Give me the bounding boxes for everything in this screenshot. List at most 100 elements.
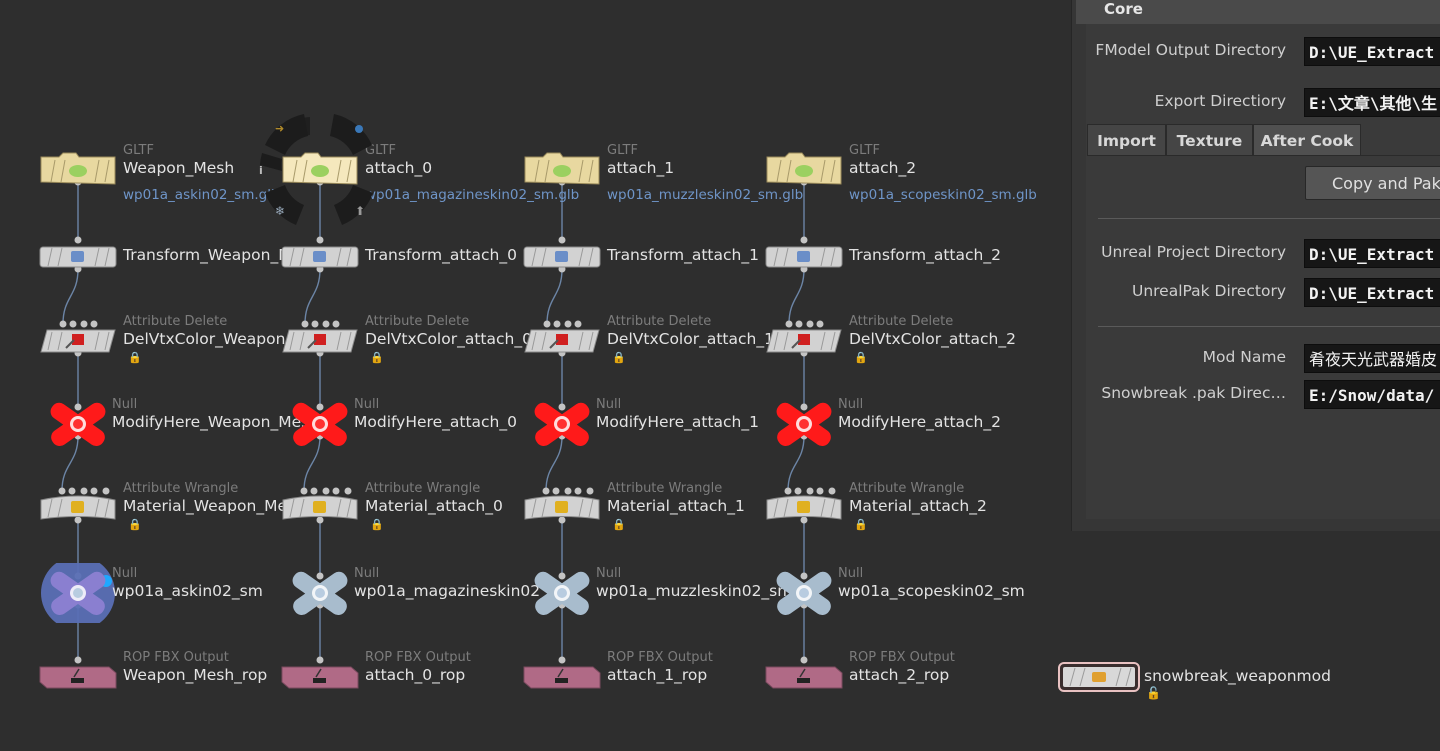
node-name-label: DelVtxColor_attach_2 [849, 330, 1016, 348]
node-name-label: attach_1_rop [607, 666, 708, 684]
lock-icon[interactable]: 🔒 [128, 518, 142, 531]
wrangle-node-body[interactable] [759, 478, 849, 538]
mod-name-label: Mod Name [1202, 348, 1286, 366]
transform-node-body[interactable] [759, 227, 849, 287]
node-type-label: Null [112, 566, 138, 581]
node-name-label: Material_attach_0 [365, 497, 503, 515]
node-type-label: GLTF [849, 143, 880, 158]
node-type-label: Attribute Delete [365, 314, 470, 329]
lock-icon[interactable]: 🔒 [128, 351, 142, 364]
wrangle-node-body[interactable] [33, 478, 123, 538]
transform-node-body[interactable] [33, 227, 123, 287]
unrealpak-label: UnrealPak Directory [1131, 282, 1286, 300]
lock-icon[interactable]: 🔒 [612, 351, 626, 364]
rop-node-body[interactable] [33, 647, 123, 707]
node-type-label: Null [596, 566, 622, 581]
unrealpak-field[interactable]: D:\UE_Extract [1304, 278, 1440, 307]
lock-icon[interactable]: 🔒 [370, 351, 384, 364]
unreal-project-field[interactable]: D:\UE_Extract [1304, 239, 1440, 268]
attrdel-node-body[interactable] [275, 311, 365, 371]
wrangle-node-body[interactable] [275, 478, 365, 538]
node-name-label: attach_1 [607, 159, 675, 177]
separator [1098, 218, 1440, 219]
lock-icon[interactable]: 🔒 [854, 351, 868, 364]
transform-node-body[interactable] [275, 227, 365, 287]
attrdel-node-body[interactable] [517, 311, 607, 371]
radial-menu[interactable]: ➜ i ❄ ⬆ [252, 105, 382, 235]
node-name-label: attach_2 [849, 159, 917, 177]
svg-text:⬆: ⬆ [355, 204, 365, 218]
node-name-label: Transform_attach_2 [849, 246, 1001, 264]
tab-import[interactable]: Import [1087, 124, 1166, 156]
radial-sector-bypass-icon[interactable] [265, 114, 308, 155]
snowbreak-pak-label: Snowbreak .pak Direc… [1101, 384, 1286, 402]
null2-node-body[interactable] [517, 563, 607, 623]
node-type-label: Attribute Delete [607, 314, 712, 329]
rop-node-body[interactable] [759, 647, 849, 707]
fmodel-output-label: FModel Output Directory [1095, 41, 1286, 59]
node-type-label: ROP FBX Output [849, 650, 955, 665]
rop-node-body[interactable] [517, 647, 607, 707]
parameter-panel: Core FModel Output Directory D:\UE_Extra… [1071, 0, 1440, 531]
export-directory-field[interactable]: E:\文章\其他\生 [1304, 88, 1440, 117]
lock-icon[interactable]: 🔒 [612, 518, 626, 531]
wrangle-node-body[interactable] [517, 478, 607, 538]
null1-node-body[interactable] [33, 394, 123, 454]
node-type-label: GLTF [607, 143, 638, 158]
fmodel-output-field[interactable]: D:\UE_Extract [1304, 37, 1440, 66]
node-name-label: attach_0_rop [365, 666, 466, 684]
node-name-label: Material_attach_2 [849, 497, 987, 515]
tab-texture[interactable]: Texture [1166, 124, 1253, 156]
null2-node-body[interactable] [275, 563, 365, 623]
node-name-label: ModifyHere_attach_1 [596, 413, 759, 431]
node-type-label: Null [596, 397, 622, 412]
node-name-label: wp01a_askin02_sm [112, 582, 263, 600]
svg-text:❄: ❄ [275, 204, 285, 218]
rop-node-body[interactable] [275, 647, 365, 707]
node-name-label: ModifyHere_attach_2 [838, 413, 1001, 431]
node-file-label: wp01a_scopeskin02_sm.glb [849, 187, 1037, 203]
lock-icon[interactable]: 🔒 [370, 518, 384, 531]
node-type-label: ROP FBX Output [123, 650, 229, 665]
node-name-label: Weapon_Mesh_rop [123, 666, 268, 684]
gltf-node-body[interactable] [517, 140, 607, 200]
null1-node-body[interactable] [517, 394, 607, 454]
tab-after-cook[interactable]: After Cook [1253, 124, 1361, 156]
node-type-label: ROP FBX Output [607, 650, 713, 665]
svg-text:i: i [259, 164, 263, 177]
node-type-label: Attribute Wrangle [607, 481, 723, 496]
radial-sector-display-icon[interactable] [334, 185, 373, 225]
node-type-label: Attribute Delete [123, 314, 228, 329]
node-type-label: Null [838, 397, 864, 412]
section-header-core[interactable]: Core [1076, 0, 1440, 24]
null2-node-body[interactable] [759, 563, 849, 623]
radial-sector-info-icon[interactable] [260, 153, 282, 171]
transform-node-body[interactable] [517, 227, 607, 287]
null2-node-body[interactable] [33, 563, 123, 623]
gltf-node-body[interactable] [759, 140, 849, 200]
svg-text:➜: ➜ [275, 122, 284, 135]
lock-icon[interactable]: 🔒 [854, 518, 868, 531]
node-type-label: Null [112, 397, 138, 412]
snowbreak-pak-field[interactable]: E:/Snow/data/ [1304, 380, 1440, 409]
tab-baseline [1361, 155, 1440, 156]
attrdel-node-body[interactable] [33, 311, 123, 371]
node-name-label: DelVtxColor_attach_0 [365, 330, 532, 348]
null1-node-body[interactable] [275, 394, 365, 454]
hda-node-body[interactable] [1058, 662, 1140, 692]
node-name-label: DelVtxColor_attach_1 [607, 330, 774, 348]
unlock-icon[interactable]: 🔓 [1146, 686, 1161, 700]
node-name-label: Transform_attach_0 [365, 246, 517, 264]
gltf-node-body[interactable] [33, 140, 123, 200]
node-type-label: Attribute Wrangle [365, 481, 481, 496]
unreal-project-label: Unreal Project Directory [1101, 243, 1286, 261]
node-type-label: Attribute Wrangle [849, 481, 965, 496]
copy-and-pak-button[interactable]: Copy and Pak [1305, 166, 1440, 200]
node-name-label: Material_attach_1 [607, 497, 745, 515]
null1-node-body[interactable] [759, 394, 849, 454]
radial-sector-template-icon[interactable] [330, 114, 372, 155]
attrdel-node-body[interactable] [759, 311, 849, 371]
mod-name-field[interactable]: 肴夜天光武器婚皮 [1304, 344, 1440, 373]
node-name-label: Transform_attach_1 [607, 246, 759, 264]
node-type-label: ROP FBX Output [365, 650, 471, 665]
